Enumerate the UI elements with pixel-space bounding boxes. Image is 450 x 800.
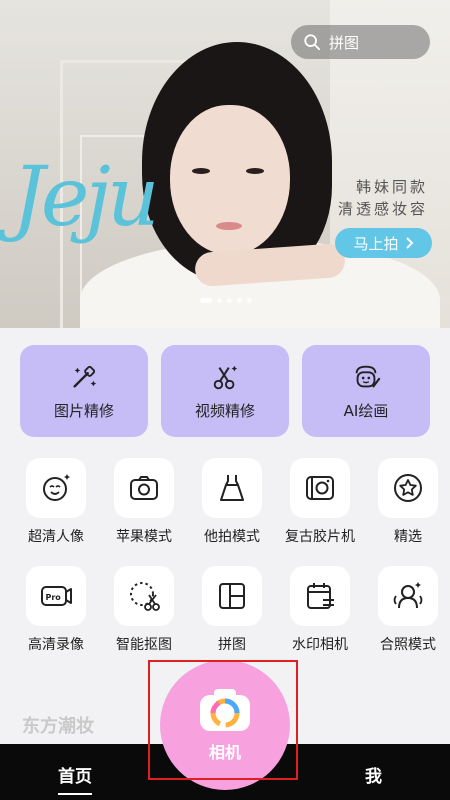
tool-grid: 超清人像 苹果模式 他拍模式 复古胶片机 精选 Pro 高清录像 智能抠图 拼图…	[12, 458, 442, 654]
tool-others-shoot[interactable]: 他拍模式	[188, 458, 276, 546]
carousel-dot[interactable]	[200, 298, 212, 303]
group-photo-icon	[393, 582, 423, 609]
tool-group-photo[interactable]: 合照模式	[364, 566, 450, 654]
cutout-icon	[130, 582, 160, 611]
tool-tile[interactable]	[290, 458, 350, 518]
hero-banner[interactable]: Jeju 拼图 韩妹同款 清透感妆容 马上拍	[0, 0, 450, 328]
tool-apple-mode[interactable]: 苹果模式	[100, 458, 188, 546]
nav-home-tab[interactable]: 首页	[58, 762, 92, 795]
tool-label: 水印相机	[292, 637, 348, 653]
tool-collage[interactable]: 拼图	[188, 566, 276, 654]
tool-tile[interactable]	[114, 566, 174, 626]
carousel-dot[interactable]	[227, 298, 232, 303]
camera-label: 相机	[208, 743, 241, 762]
tool-label: 高清录像	[28, 637, 84, 653]
camera-logo-icon	[200, 689, 250, 731]
carousel-indicator[interactable]	[200, 298, 252, 303]
carousel-dot[interactable]	[237, 298, 242, 303]
tool-watermark-camera[interactable]: 水印相机	[276, 566, 364, 654]
chevron-right-icon	[405, 237, 413, 249]
search-bar[interactable]: 拼图	[291, 25, 430, 59]
photo-retouch-label: 图片精修	[53, 401, 114, 420]
tool-tile[interactable]	[378, 566, 438, 626]
video-retouch-card[interactable]: 视频精修	[161, 345, 289, 437]
promo-line-2: 清透感妆容	[337, 200, 428, 218]
hero-photo	[170, 105, 290, 255]
photo-retouch-icon	[73, 365, 97, 388]
tool-tile[interactable]	[290, 566, 350, 626]
tool-tile[interactable]	[202, 566, 262, 626]
video-retouch-icon	[213, 365, 238, 389]
video-retouch-label: 视频精修	[194, 401, 255, 420]
collage-icon	[219, 583, 245, 609]
tool-tile[interactable]	[378, 458, 438, 518]
tool-tile[interactable]: Pro	[26, 566, 86, 626]
tool-tile[interactable]	[26, 458, 86, 518]
star-icon	[394, 474, 422, 502]
promo-line-1: 韩妹同款	[355, 178, 428, 196]
hero-promo-text: 韩妹同款 清透感妆容	[338, 176, 428, 220]
ai-paint-icon	[355, 365, 381, 387]
tool-label: 复古胶片机	[285, 529, 355, 545]
tool-featured[interactable]: 精选	[364, 458, 450, 546]
film-camera-icon	[306, 476, 334, 500]
hero-photo	[246, 168, 264, 174]
tool-hd-video[interactable]: Pro 高清录像	[12, 566, 100, 654]
hero-photo	[216, 222, 242, 230]
tool-label: 苹果模式	[116, 529, 172, 545]
tool-label: 超清人像	[28, 529, 84, 545]
tool-label: 精选	[394, 529, 422, 545]
search-placeholder: 拼图	[329, 33, 360, 52]
tool-label: 他拍模式	[204, 529, 260, 545]
nav-me-tab[interactable]: 我	[365, 762, 382, 787]
feature-cards: 图片精修 视频精修 AI绘画	[20, 345, 430, 437]
photo-retouch-card[interactable]: 图片精修	[20, 345, 148, 437]
tool-label: 拼图	[218, 637, 246, 653]
portrait-face-icon	[43, 474, 70, 501]
shoot-now-button[interactable]: 马上拍	[335, 228, 432, 258]
shoot-now-label: 马上拍	[353, 234, 399, 253]
tool-label: 合照模式	[380, 637, 436, 653]
hero-photo	[192, 168, 210, 174]
camera-icon	[130, 476, 158, 500]
pro-video-icon: Pro	[41, 586, 72, 606]
camera-button[interactable]: 相机	[160, 660, 290, 790]
dress-icon	[220, 475, 244, 501]
carousel-dot[interactable]	[217, 298, 222, 303]
search-icon	[304, 34, 321, 51]
section-title: 东方潮妆	[22, 716, 94, 737]
svg-text:Pro: Pro	[46, 593, 62, 602]
hero-brand-text: Jeju	[12, 150, 160, 245]
ai-paint-label: AI绘画	[343, 401, 389, 420]
ai-paint-card[interactable]: AI绘画	[302, 345, 430, 437]
tool-tile[interactable]	[202, 458, 262, 518]
tool-smart-cutout[interactable]: 智能抠图	[100, 566, 188, 654]
tool-tile[interactable]	[114, 458, 174, 518]
tool-hd-portrait[interactable]: 超清人像	[12, 458, 100, 546]
tool-retro-film[interactable]: 复古胶片机	[276, 458, 364, 546]
tool-label: 智能抠图	[116, 637, 172, 653]
carousel-dot[interactable]	[247, 298, 252, 303]
watermark-camera-icon	[307, 583, 334, 609]
